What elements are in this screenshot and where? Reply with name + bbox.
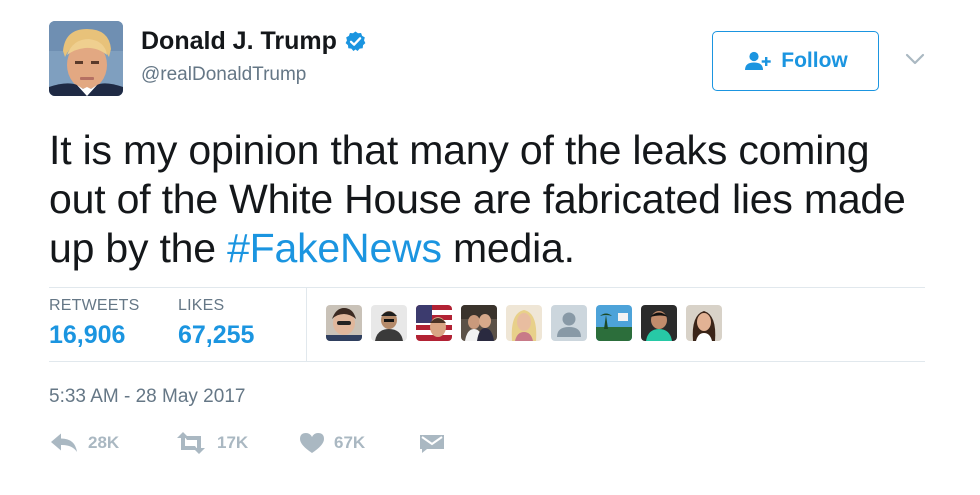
like-button[interactable]: 67K <box>299 432 419 454</box>
retweet-button[interactable]: 17K <box>174 432 299 454</box>
tweet-text: It is my opinion that many of the leaks … <box>49 126 929 273</box>
tweet-actions: 28K 17K 67K <box>49 432 445 454</box>
direct-message-button[interactable] <box>419 432 445 454</box>
stats-divider <box>306 288 307 361</box>
retweet-icon <box>177 432 205 454</box>
likes-label: LIKES <box>178 297 225 314</box>
likers-avatars <box>326 305 722 341</box>
divider <box>49 287 925 288</box>
liker-avatar[interactable] <box>461 305 497 341</box>
likes-stat[interactable]: LIKES 67,255 <box>178 297 254 350</box>
retweet-count: 17K <box>217 433 249 452</box>
liker-avatar[interactable] <box>326 305 362 341</box>
liker-avatar[interactable] <box>506 305 542 341</box>
liker-avatar[interactable] <box>641 305 677 341</box>
heart-icon <box>300 433 324 453</box>
user-handle[interactable]: @realDonaldTrump <box>141 64 306 86</box>
reply-button[interactable]: 28K <box>49 432 174 454</box>
display-name-text: Donald J. Trump <box>141 27 337 55</box>
follow-button[interactable]: Follow <box>712 31 879 91</box>
like-count: 67K <box>334 433 366 452</box>
envelope-icon <box>420 435 444 453</box>
liker-avatar[interactable] <box>371 305 407 341</box>
liker-avatar[interactable] <box>416 305 452 341</box>
reply-count: 28K <box>88 433 120 452</box>
reply-icon <box>51 433 77 452</box>
liker-avatar[interactable] <box>596 305 632 341</box>
tweet-timestamp[interactable]: 5:33 AM - 28 May 2017 <box>49 386 245 408</box>
retweets-count: 16,906 <box>49 321 126 349</box>
likes-count: 67,255 <box>178 321 255 349</box>
tweet-text-end: media. <box>441 225 575 271</box>
chevron-down-icon[interactable] <box>905 52 925 66</box>
liker-avatar[interactable] <box>686 305 722 341</box>
profile-photo <box>49 21 123 96</box>
display-name[interactable]: Donald J. Trump <box>141 27 367 56</box>
liker-avatar-default[interactable] <box>551 305 587 341</box>
follow-button-label: Follow <box>781 49 848 72</box>
retweets-stat[interactable]: RETWEETS 16,906 <box>49 297 140 350</box>
verified-badge-icon <box>345 31 366 51</box>
divider <box>49 361 925 362</box>
hashtag-link[interactable]: #FakeNews <box>227 225 442 271</box>
add-user-icon <box>745 51 771 70</box>
retweets-label: RETWEETS <box>49 297 140 314</box>
avatar[interactable] <box>49 21 123 96</box>
